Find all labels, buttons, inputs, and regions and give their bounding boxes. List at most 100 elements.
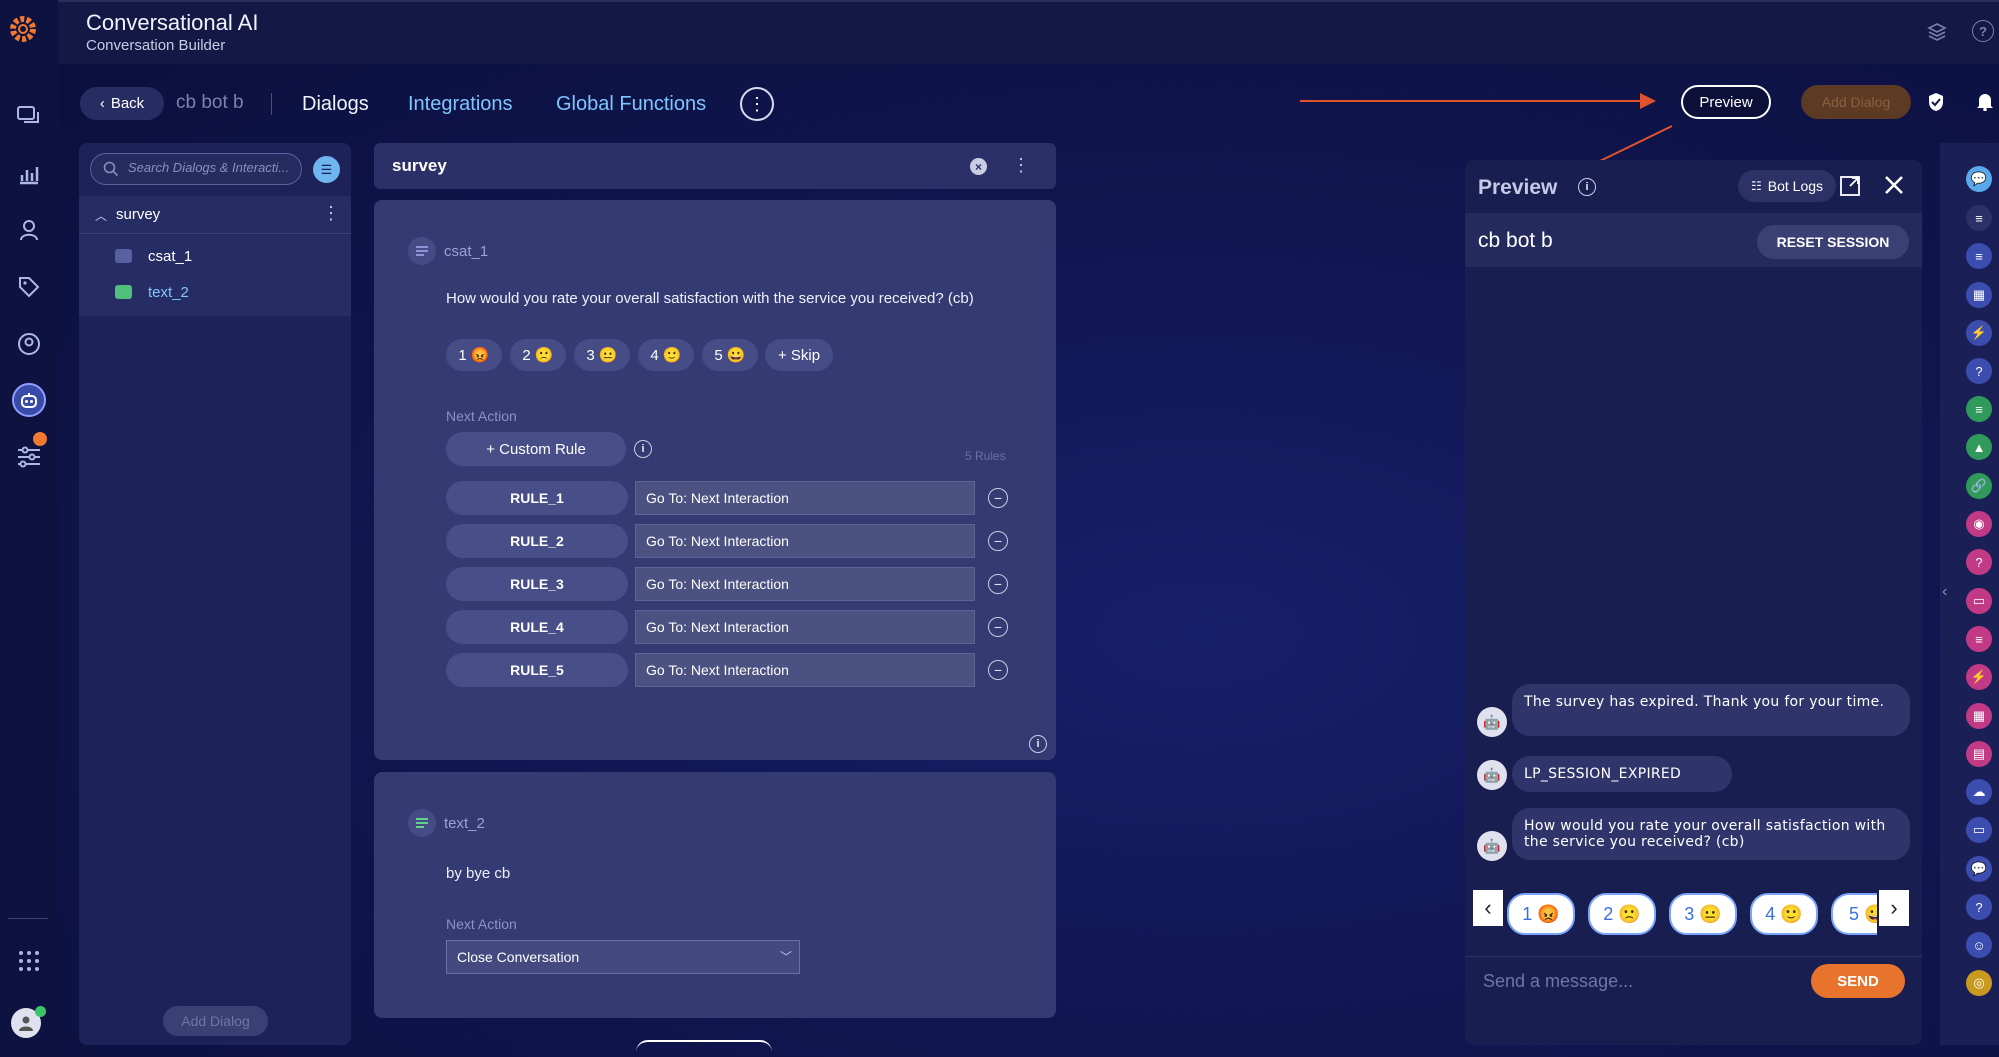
csat-question[interactable]: How would you rate your overall satisfac… — [446, 290, 974, 307]
rating-option-2[interactable]: 2 🙁 — [510, 339, 566, 371]
scroll-left-arrow[interactable]: ‹ — [1473, 890, 1503, 926]
list-tool-icon[interactable]: ≡ — [1966, 396, 1992, 422]
add-dialog-button-sidebar[interactable]: Add Dialog — [163, 1006, 268, 1036]
rule-goto-field[interactable]: Go To: Next Interaction — [635, 653, 975, 687]
text-interaction-icon — [115, 285, 132, 299]
credit-card-tool-icon[interactable]: ▭ — [1966, 817, 1992, 843]
bug-icon: ☷ — [1750, 179, 1762, 193]
collapse-rail-icon[interactable]: ‹ — [1942, 583, 1947, 601]
faq-tool-icon[interactable]: ? — [1966, 894, 1992, 920]
question-pink-tool-icon[interactable]: ? — [1966, 549, 1992, 575]
remove-rule-icon[interactable]: − — [988, 660, 1008, 680]
quick-reply[interactable]: 1 😡 — [1507, 893, 1575, 935]
shield-icon[interactable] — [1927, 92, 1945, 117]
rule-button[interactable]: RULE_1 — [446, 481, 628, 515]
scroll-right-arrow[interactable]: › — [1879, 890, 1909, 926]
carousel-tool-icon[interactable]: ≡ — [1966, 626, 1992, 652]
lightning-tool-icon[interactable]: ⚡ — [1966, 320, 1992, 346]
next-action-label: Next Action — [446, 916, 517, 932]
image-tool-icon[interactable]: ▲ — [1966, 434, 1992, 460]
rule-button[interactable]: RULE_3 — [446, 567, 628, 601]
speech-bubble-icon[interactable]: 💬 — [1966, 166, 1992, 192]
preview-info-icon[interactable]: i — [1578, 178, 1596, 196]
tree-divider — [79, 233, 351, 234]
chevron-up-icon[interactable]: ︿ — [95, 207, 107, 224]
bell-icon[interactable] — [1976, 91, 1994, 116]
record-tool-icon[interactable]: ◉ — [1966, 511, 1992, 537]
bot-message: LP_SESSION_EXPIRED — [1512, 756, 1732, 792]
bot-logs-button[interactable]: ☷ Bot Logs — [1738, 170, 1836, 202]
card-tool-icon[interactable]: ▭ — [1966, 588, 1992, 614]
filter-icon[interactable]: ☰ — [313, 156, 340, 183]
close-icon[interactable] — [1884, 175, 1904, 200]
next-action-value: Close Conversation — [457, 949, 580, 965]
rule-goto-field[interactable]: Go To: Next Interaction — [635, 481, 975, 515]
remove-rule-icon[interactable]: − — [988, 531, 1008, 551]
rating-option-3[interactable]: 3 😐 — [574, 339, 630, 371]
grid-pink-tool-icon[interactable]: ▦ — [1966, 703, 1992, 729]
chevron-down-icon: ﹀ — [780, 950, 793, 964]
link-tool-icon[interactable]: 🔗 — [1966, 473, 1992, 499]
bot-avatar: 🤖 — [1477, 707, 1507, 737]
search-placeholder: Search Dialogs & Interacti... — [128, 160, 290, 175]
text-message-body[interactable]: by bye cb — [446, 865, 510, 882]
question-tool-icon[interactable]: ? — [1966, 358, 1992, 384]
collapse-icon[interactable]: × — [970, 158, 987, 175]
dialog-title: survey — [392, 156, 447, 175]
quick-reply[interactable]: 4 🙂 — [1750, 893, 1818, 935]
sidebar-item-csat[interactable]: csat_1 — [148, 248, 192, 265]
dialog-menu-icon[interactable]: ⋮ — [322, 203, 340, 224]
bot-avatar: 🤖 — [1477, 831, 1507, 861]
quick-reply[interactable]: 5 😀 — [1831, 893, 1877, 935]
calendar-tool-icon[interactable]: ▤ — [1966, 741, 1992, 767]
add-dialog-button-top[interactable]: Add Dialog — [1801, 85, 1911, 119]
custom-rule-button[interactable]: + Custom Rule — [446, 432, 626, 466]
reset-session-button[interactable]: RESET SESSION — [1757, 225, 1909, 259]
remove-rule-icon[interactable]: − — [988, 488, 1008, 508]
bot-message: The survey has expired. Thank you for yo… — [1512, 684, 1910, 736]
rule-goto-field[interactable]: Go To: Next Interaction — [635, 567, 975, 601]
skip-option[interactable]: + Skip — [765, 339, 833, 371]
expand-icon[interactable] — [1840, 176, 1860, 201]
card-info-icon[interactable]: i — [1029, 735, 1047, 753]
remove-rule-icon[interactable]: − — [988, 574, 1008, 594]
chat-tool-icon[interactable]: 💬 — [1966, 856, 1992, 882]
rating-option-1[interactable]: 1 😡 — [446, 339, 502, 371]
text-tool-icon[interactable]: ≡ — [1966, 243, 1992, 269]
rating-option-4[interactable]: 4 🙂 — [638, 339, 694, 371]
bot-tool-icon[interactable]: ☺ — [1966, 932, 1992, 958]
rule-button[interactable]: RULE_4 — [446, 610, 628, 644]
next-action-select[interactable]: Close Conversation — [446, 940, 800, 974]
bot-message: How would you rate your overall satisfac… — [1512, 808, 1910, 860]
search-icon — [103, 161, 119, 182]
cloud-tool-icon[interactable]: ☁ — [1966, 779, 1992, 805]
remove-rule-icon[interactable]: − — [988, 617, 1008, 637]
rating-option-5[interactable]: 5 😀 — [702, 339, 758, 371]
coin-tool-icon[interactable]: ◎ — [1966, 970, 1992, 996]
quick-reply[interactable]: 2 🙁 — [1588, 893, 1656, 935]
add-interaction-stub[interactable] — [636, 1040, 772, 1057]
preview-button[interactable]: Preview — [1681, 85, 1771, 119]
message-input[interactable]: Send a message... — [1483, 971, 1633, 992]
send-button[interactable]: SEND — [1811, 964, 1905, 998]
text-card-icon — [408, 809, 436, 837]
quick-reply[interactable]: 3 😐 — [1669, 893, 1737, 935]
rules-count: 5 Rules — [965, 449, 1006, 463]
bolt-pink-tool-icon[interactable]: ⚡ — [1966, 664, 1992, 690]
dialog-group-label[interactable]: survey — [116, 206, 160, 223]
csat-card-label: csat_1 — [444, 243, 489, 260]
rule-button[interactable]: RULE_5 — [446, 653, 628, 687]
table-tool-icon[interactable]: ▦ — [1966, 282, 1992, 308]
divider-tool-icon[interactable]: ≡ — [1966, 205, 1992, 231]
dialog-more-icon[interactable]: ⋮ — [1012, 155, 1030, 176]
dialog-header — [374, 143, 1056, 189]
bot-avatar: 🤖 — [1477, 760, 1507, 790]
rule-goto-field[interactable]: Go To: Next Interaction — [635, 524, 975, 558]
bot-logs-label: Bot Logs — [1767, 178, 1824, 194]
rule-goto-field[interactable]: Go To: Next Interaction — [635, 610, 975, 644]
rule-button[interactable]: RULE_2 — [446, 524, 628, 558]
sidebar-item-text[interactable]: text_2 — [148, 284, 189, 301]
text-card-label: text_2 — [444, 815, 485, 832]
preview-bot-name: cb bot b — [1478, 229, 1553, 252]
info-icon[interactable]: i — [634, 440, 652, 458]
